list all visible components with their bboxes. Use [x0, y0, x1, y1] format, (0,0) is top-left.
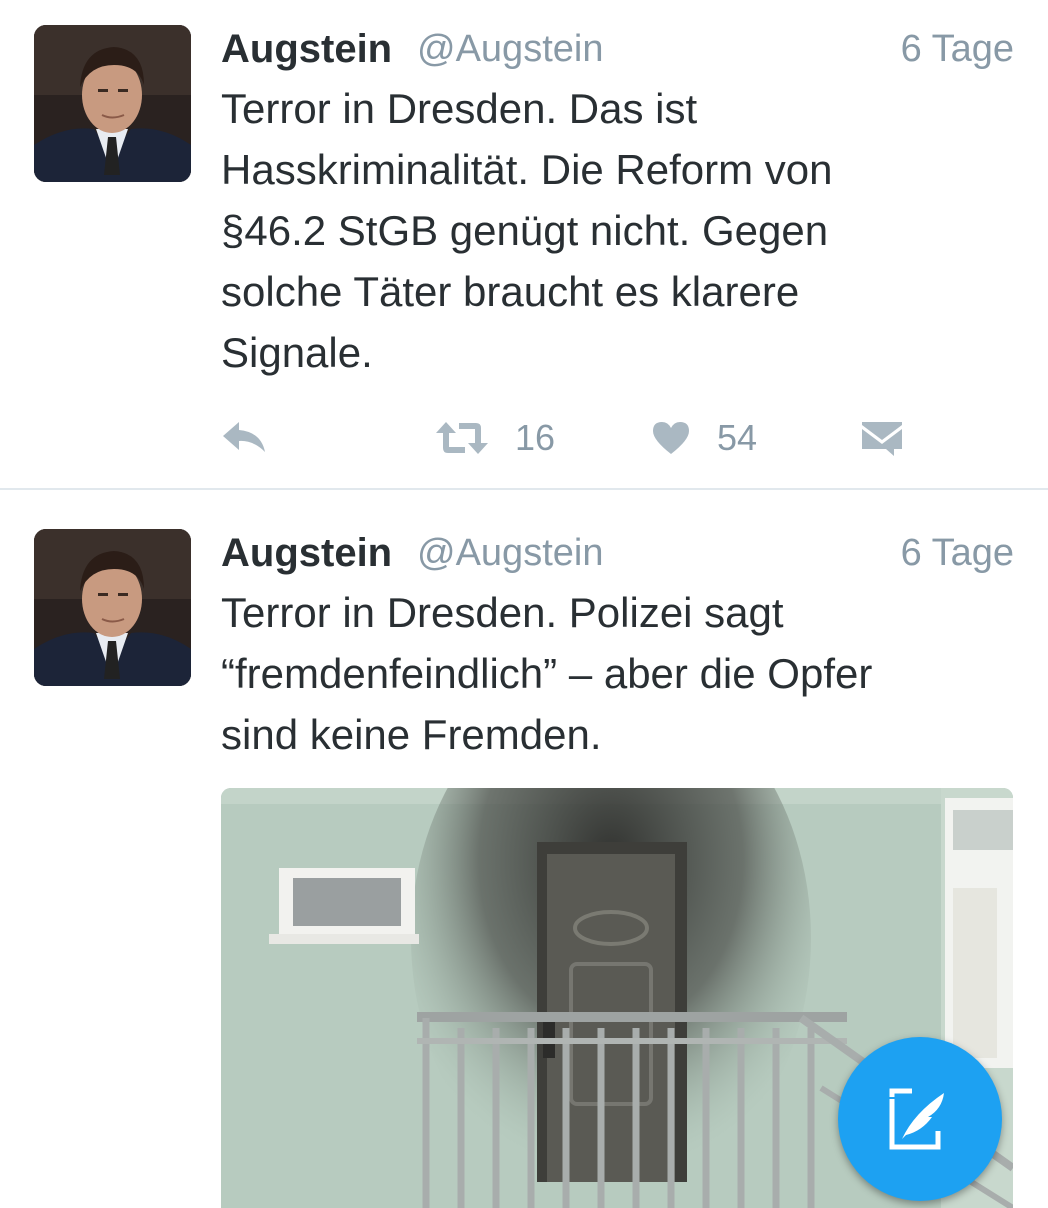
retweet-icon: [436, 422, 488, 454]
compose-tweet-button[interactable]: [838, 1037, 1002, 1201]
direct-message-button[interactable]: [861, 410, 903, 466]
author-name[interactable]: Augstein: [221, 24, 392, 74]
tweet-header: Augstein @Augstein 6 Tage: [221, 24, 1014, 74]
tweet-actions: 16 54: [221, 410, 921, 466]
tweet-text-line: Terror in Dresden. Das ist: [221, 85, 698, 132]
tweet-text-line: §46.2 StGB genügt nicht. Gegen: [221, 207, 829, 254]
tweet-timestamp[interactable]: 6 Tage: [901, 528, 1014, 578]
author-handle[interactable]: @Augstein: [417, 528, 603, 578]
heart-icon: [653, 422, 689, 454]
tweet-text: Terror in Dresden. Polizei sagt “fremden…: [221, 582, 1001, 765]
reply-button[interactable]: [221, 410, 267, 466]
tweet-text-line: Terror in Dresden. Polizei sagt: [221, 589, 784, 636]
author-name[interactable]: Augstein: [221, 528, 392, 578]
tweet-text-line: Hasskriminalität. Die Reform von: [221, 146, 833, 193]
tweet-text: Terror in Dresden. Das ist Hasskriminali…: [221, 78, 1001, 383]
like-button[interactable]: 54: [651, 410, 757, 466]
direct-message-icon: [862, 422, 902, 456]
reply-icon: [223, 422, 265, 452]
tweet-text-line: solche Täter braucht es klarere: [221, 268, 800, 315]
tweet-header: Augstein @Augstein 6 Tage: [221, 528, 1014, 578]
tweet-1[interactable]: Augstein @Augstein 6 Tage Terror in Dres…: [0, 0, 1048, 488]
retweet-count: 16: [515, 417, 556, 458]
like-count: 54: [717, 417, 758, 458]
author-avatar[interactable]: [34, 529, 191, 686]
author-avatar[interactable]: [34, 25, 191, 182]
tweet-text-line: “fremdenfeindlich” – aber die Opfer: [221, 650, 873, 697]
retweet-button[interactable]: 16: [435, 410, 555, 466]
tweet-text-line: Signale.: [221, 329, 373, 376]
tweet-timestamp[interactable]: 6 Tage: [901, 24, 1014, 74]
avatar-portrait-image: [34, 529, 191, 686]
avatar-portrait-image: [34, 25, 191, 182]
author-handle[interactable]: @Augstein: [417, 24, 603, 74]
compose-tweet-icon: [889, 1088, 944, 1150]
tweet-text-line: sind keine Fremden.: [221, 711, 602, 758]
